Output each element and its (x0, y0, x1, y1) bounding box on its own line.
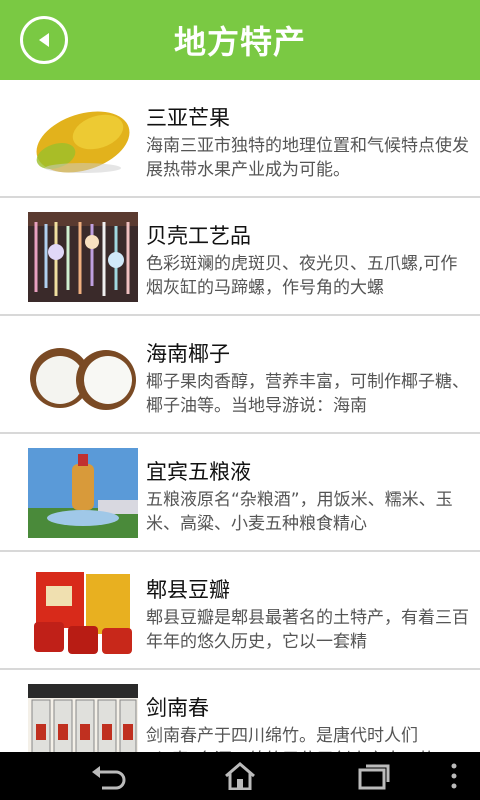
list-item-mango[interactable]: 三亚芒果 海南三亚市独特的地理位置和气候特点使发展热带水果产业成为可能。 (0, 80, 480, 198)
list-item-coconut[interactable]: 海南椰子 椰子果肉香醇，营养丰富，可制作椰子糖、椰子油等。当地导游说：海南 (0, 316, 480, 434)
item-desc: 海南三亚市独特的地理位置和气候特点使发展热带水果产业成为可能。 (146, 136, 469, 180)
item-title: 海南椰子 (146, 342, 230, 366)
coconut-image (28, 330, 138, 420)
list-item-jiannanchun[interactable]: 剑南春 剑南春产于四川绵竹。是唐代时人们以“春”名酒，绵竹又位于剑山之南，故 (0, 670, 480, 752)
item-title: 剑南春 (146, 696, 209, 720)
bean-paste-image (28, 566, 138, 656)
jiannanchun-image (28, 684, 138, 752)
item-desc: 郫县豆瓣是郫县最著名的土特产，有着三百年年的悠久历史，它以一套精 (146, 608, 469, 652)
wuliangye-image (28, 448, 138, 538)
specialty-list[interactable]: 三亚芒果 海南三亚市独特的地理位置和气候特点使发展热带水果产业成为可能。 贝壳工… (0, 80, 480, 752)
item-desc: 色彩斑斓的虎斑贝、夜光贝、五爪螺,可作烟灰缸的马蹄螺，作号角的大螺 (146, 254, 458, 298)
list-item-pixian-bean-paste[interactable]: 郫县豆瓣 郫县豆瓣是郫县最著名的土特产，有着三百年年的悠久历史，它以一套精 (0, 552, 480, 670)
list-item-shell-crafts[interactable]: 贝壳工艺品 色彩斑斓的虎斑贝、夜光贝、五爪螺,可作烟灰缸的马蹄螺，作号角的大螺 (0, 198, 480, 316)
mango-image (28, 94, 138, 184)
item-title: 宜宾五粮液 (146, 460, 251, 484)
system-navigation-bar (0, 752, 480, 800)
list-item-wuliangye[interactable]: 宜宾五粮液 五粮液原名“杂粮酒”，用饭米、糯米、玉米、高粱、小麦五种粮食精心 (0, 434, 480, 552)
shell-crafts-image (28, 212, 138, 302)
back-button[interactable] (20, 16, 68, 64)
page-title: 地方特产 (173, 23, 306, 61)
item-title: 郫县豆瓣 (146, 578, 230, 602)
item-title: 三亚芒果 (146, 106, 230, 130)
item-desc: 椰子果肉香醇，营养丰富，可制作椰子糖、椰子油等。当地导游说：海南 (146, 372, 469, 416)
app-header: 地方特产 (0, 0, 480, 80)
nav-back-icon[interactable] (88, 762, 128, 790)
item-desc: 剑南春产于四川绵竹。是唐代时人们以“春”名酒，绵竹又位于剑山之南，故 (146, 726, 436, 752)
nav-recent-apps-icon[interactable] (356, 762, 392, 790)
nav-menu-icon[interactable] (446, 762, 462, 790)
nav-home-icon[interactable] (222, 762, 258, 790)
item-title: 贝壳工艺品 (146, 224, 251, 248)
back-arrow-icon (39, 33, 49, 47)
item-desc: 五粮液原名“杂粮酒”，用饭米、糯米、玉米、高粱、小麦五种粮食精心 (146, 490, 453, 534)
